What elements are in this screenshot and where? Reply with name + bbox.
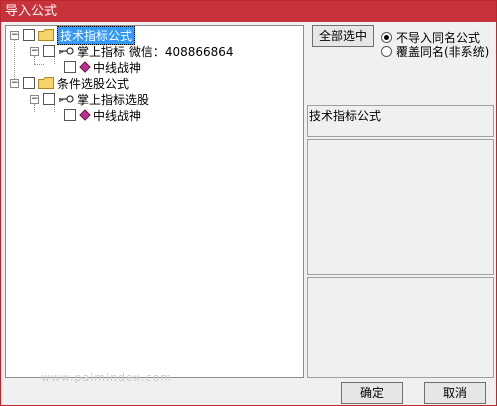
collapse-toggle-icon[interactable]: − bbox=[30, 94, 39, 104]
formula-tree[interactable]: − 技术指标公式 − 掌上指标 微信：408866864 中线战神 − 条件选股… bbox=[5, 25, 304, 378]
formula-gem-icon bbox=[79, 109, 91, 121]
tree-node-label: 掌上指标 微信：408866864 bbox=[77, 44, 234, 59]
collapse-toggle-icon[interactable]: − bbox=[10, 78, 19, 88]
tree-node-checkbox[interactable] bbox=[64, 61, 76, 73]
tree-node-zhongxian-zhanshen[interactable]: 中线战神 bbox=[64, 59, 141, 75]
tree-node-label: 掌上指标选股 bbox=[77, 92, 150, 107]
radio-icon[interactable] bbox=[381, 46, 392, 57]
formula-category-label: 技术指标公式 bbox=[309, 109, 382, 123]
formula-detail-panel bbox=[307, 277, 494, 378]
key-icon bbox=[59, 47, 74, 55]
collapse-toggle-icon[interactable]: − bbox=[10, 30, 19, 40]
radio-overwrite-same-name[interactable]: 覆盖同名(非系统) bbox=[381, 43, 489, 60]
watermark: www.palmindex.com bbox=[41, 371, 173, 384]
tree-node-checkbox[interactable] bbox=[64, 109, 76, 121]
import-formula-dialog: 导入公式 − 技术指标公式 − 掌上指标 微信：408866864 中线战神 −… bbox=[0, 0, 497, 406]
tree-node-checkbox[interactable] bbox=[23, 77, 35, 89]
tree-node-condition-formula[interactable]: − 条件选股公式 bbox=[10, 75, 129, 91]
folder-icon bbox=[38, 29, 54, 41]
formula-gem-icon bbox=[79, 61, 91, 73]
key-icon bbox=[59, 95, 74, 103]
tree-node-zhongxian-zhanshen-screen[interactable]: 中线战神 bbox=[64, 107, 141, 123]
tree-node-checkbox[interactable] bbox=[43, 45, 55, 57]
tree-node-label: 中线战神 bbox=[93, 60, 142, 75]
tree-node-palm-index-screen[interactable]: − 掌上指标选股 bbox=[30, 91, 149, 107]
radio-label: 覆盖同名(非系统) bbox=[396, 45, 490, 59]
tree-line bbox=[34, 64, 44, 65]
tree-node-checkbox[interactable] bbox=[43, 93, 55, 105]
tree-node-palm-index[interactable]: − 掌上指标 微信：408866864 bbox=[30, 43, 234, 59]
tree-node-checkbox[interactable] bbox=[23, 29, 35, 41]
ok-button[interactable]: 确定 bbox=[341, 382, 403, 404]
select-all-button[interactable]: 全部选中 bbox=[312, 25, 374, 47]
folder-icon bbox=[38, 77, 54, 89]
radio-icon[interactable] bbox=[381, 32, 392, 43]
cancel-button[interactable]: 取消 bbox=[424, 382, 486, 404]
tree-node-label: 条件选股公式 bbox=[57, 76, 130, 91]
window-title: 导入公式 bbox=[1, 1, 496, 22]
tree-node-tech-formula[interactable]: − 技术指标公式 bbox=[10, 25, 136, 45]
tree-node-label: 中线战神 bbox=[93, 108, 142, 123]
formula-category-panel: 技术指标公式 bbox=[307, 105, 494, 137]
collapse-toggle-icon[interactable]: − bbox=[30, 46, 39, 56]
formula-description-panel bbox=[307, 139, 494, 275]
